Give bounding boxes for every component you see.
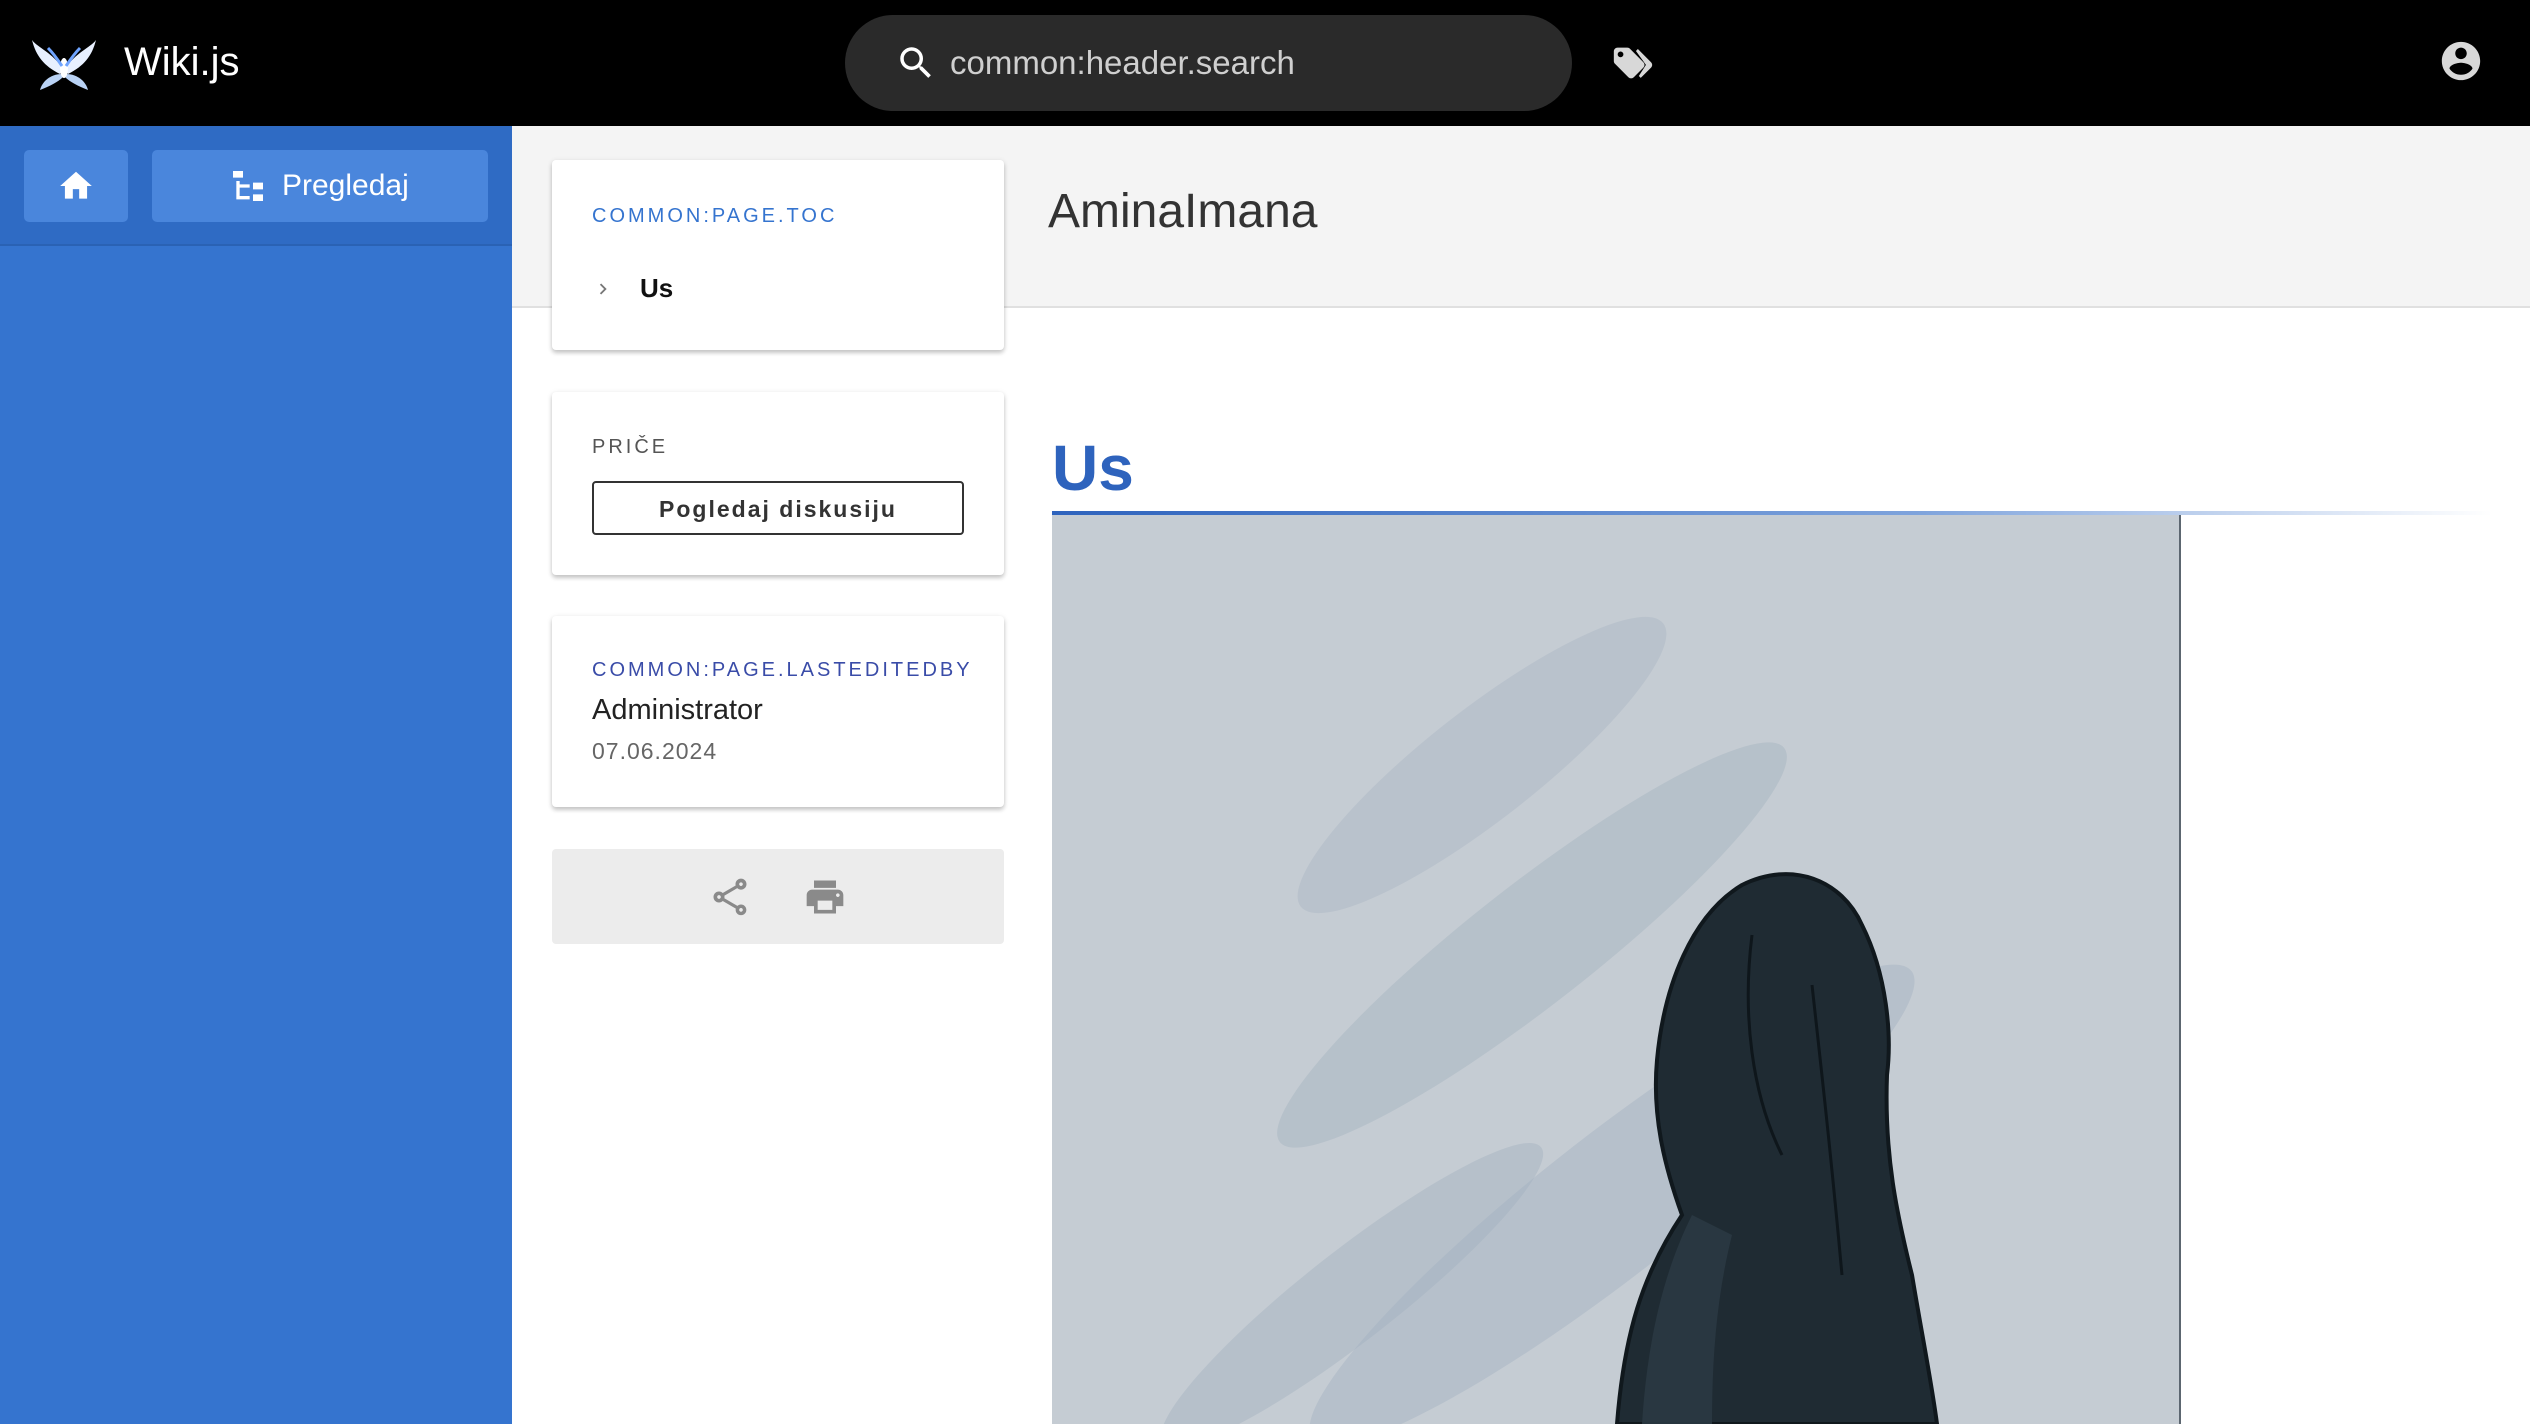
view-discussion-button[interactable]: Pogledaj diskusiju <box>592 481 964 535</box>
wikijs-logo-icon[interactable] <box>30 30 98 92</box>
toc-heading: COMMON:PAGE.TOC <box>592 205 838 227</box>
account-icon[interactable] <box>2438 38 2484 84</box>
view-discussion-label: Pogledaj diskusiju <box>659 496 897 522</box>
last-edited-date: 07.06.2024 <box>592 738 718 764</box>
print-icon[interactable] <box>802 875 848 919</box>
tags-icon[interactable] <box>1610 40 1656 86</box>
app-title[interactable]: Wiki.js <box>124 38 240 86</box>
browse-button[interactable]: Pregledaj <box>152 150 488 222</box>
toc-item-label: Us <box>640 273 674 303</box>
last-edited-card: COMMON:PAGE.LASTEDITEDBY Administrator 0… <box>552 616 1004 807</box>
page-title: AminaImana <box>1048 185 1318 238</box>
browse-label: Pregledaj <box>282 169 409 202</box>
illustration-image <box>1052 515 2181 1424</box>
toc-item[interactable]: Us <box>592 270 972 310</box>
last-edited-author[interactable]: Administrator <box>592 692 763 728</box>
share-icon[interactable] <box>708 875 752 919</box>
file-tree-icon <box>233 171 263 201</box>
stories-heading: PRIČE <box>592 436 669 458</box>
home-icon <box>60 171 92 199</box>
search-input[interactable]: common:header.search <box>845 15 1572 111</box>
stories-card: PRIČE Pogledaj diskusiju <box>552 392 1004 575</box>
search-icon <box>900 47 931 78</box>
page-actions-bar <box>552 849 1004 944</box>
chevron-right-icon <box>599 283 607 295</box>
search-placeholder: common:header.search <box>950 44 1295 81</box>
navigation-sidebar: Pregledaj <box>0 126 512 1424</box>
sidebar-nav-header: Pregledaj <box>0 126 512 246</box>
top-app-bar: Wiki.js common:header.search <box>0 0 2530 126</box>
last-edited-heading: COMMON:PAGE.LASTEDITEDBY <box>592 659 973 681</box>
toc-card: COMMON:PAGE.TOC Us <box>552 160 1004 350</box>
content-heading: Us <box>1052 432 1134 504</box>
home-button[interactable] <box>24 150 128 222</box>
